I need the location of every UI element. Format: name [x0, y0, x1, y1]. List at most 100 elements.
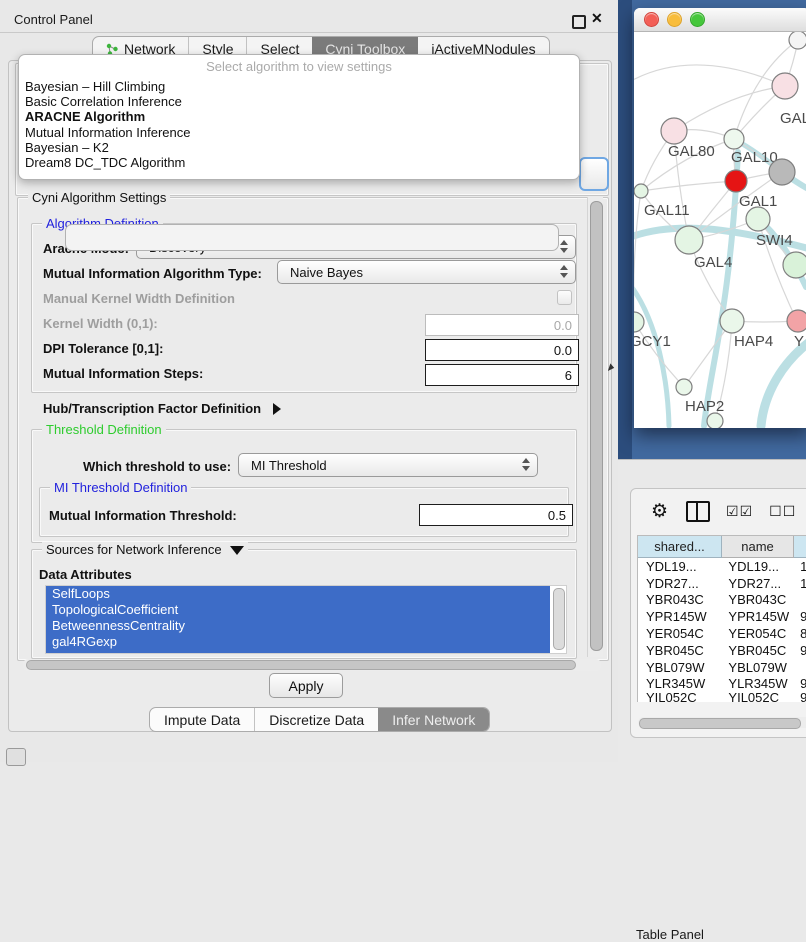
mac-close-button[interactable] [644, 12, 659, 27]
group-title: MI Threshold Definition [50, 480, 191, 495]
list-scrollbar[interactable] [553, 588, 565, 650]
stepper-arrows-icon [522, 458, 530, 471]
algorithm-option[interactable]: Basic Correlation Inference [19, 94, 579, 109]
node-label: GAL4 [694, 254, 732, 271]
stepper-arrows-icon [560, 265, 568, 278]
algorithm-option[interactable]: Bayesian – Hill Climbing [19, 79, 579, 94]
list-item[interactable] [46, 650, 550, 653]
network-node: HAP4 [720, 309, 773, 350]
table-row[interactable]: YDL19...YDL19...13 [638, 558, 806, 575]
table-row[interactable]: YBR043CYBR043C [638, 592, 806, 609]
algorithm-option-selected[interactable]: ARACNE Algorithm [19, 109, 579, 124]
cyni-bottom-tabbar: Impute Data Discretize Data Infer Networ… [149, 707, 490, 732]
network-node: GAL11 [634, 184, 690, 219]
desktop-edge [618, 0, 632, 459]
scrollbar-thumb[interactable] [590, 201, 603, 651]
node-label: GCY1 [634, 333, 671, 350]
list-item[interactable]: gal4RGexp [46, 634, 550, 650]
table-panel-title: Table Panel [636, 927, 704, 942]
settings-vertical-scrollbar[interactable] [587, 197, 603, 657]
network-node [789, 32, 806, 49]
scrollbar-thumb[interactable] [639, 718, 801, 729]
cytoscape-desktop: GAL GAL80 GAL10 GAL1 SWI4 GAL11 [618, 0, 806, 459]
table-row[interactable]: YBL079WYBL079W [638, 659, 806, 676]
data-attributes-list: SelfLoops TopologicalCoefficient Between… [45, 585, 567, 654]
node-label: SWI4 [756, 232, 793, 249]
algorithm-option[interactable]: Dream8 DC_TDC Algorithm [19, 155, 579, 170]
table-row[interactable]: YIL052CYIL052C9. [638, 692, 806, 702]
column-header[interactable]: name [722, 536, 794, 558]
which-threshold-label: Which threshold to use: [83, 459, 231, 474]
which-threshold-combobox[interactable]: MI Threshold [238, 453, 538, 477]
tab-infer-network[interactable]: Infer Network [378, 708, 489, 731]
gear-icon[interactable]: ⚙ [651, 500, 668, 523]
node-label: HAP2 [685, 398, 724, 415]
table-row[interactable]: YLR345WYLR345W9. [638, 676, 806, 693]
mi-threshold-label: Mutual Information Threshold: [49, 508, 237, 523]
algorithm-option[interactable]: Bayesian – K2 [19, 140, 579, 155]
list-item[interactable]: TopologicalCoefficient [46, 602, 550, 618]
manual-kernel-label: Manual Kernel Width Definition [43, 291, 235, 306]
table-row[interactable]: YBR045CYBR045C9. [638, 642, 806, 659]
tab-discretize-data[interactable]: Discretize Data [254, 708, 378, 731]
table-row[interactable]: YDR27...YDR27...12 [638, 575, 806, 592]
table-panel-titlebar: Table Panel [618, 459, 806, 489]
node-attribute-table: shared... name A YDL19...YDL19...13 YDR2… [637, 535, 806, 702]
mi-algorithm-type-combobox[interactable]: Naive Bayes [277, 260, 576, 284]
node-label: HAP4 [734, 333, 773, 350]
expand-right-icon [273, 403, 281, 415]
network-view-window[interactable]: GAL GAL80 GAL10 GAL1 SWI4 GAL11 [634, 8, 806, 428]
expand-down-icon [230, 546, 244, 555]
column-header[interactable]: A [794, 536, 806, 558]
kernel-width-label: Kernel Width (0,1): [43, 316, 158, 331]
deselect-all-checkboxes-icon[interactable]: ☐☐ [769, 503, 796, 520]
algorithm-option[interactable]: Mutual Information Inference [19, 125, 579, 140]
mi-threshold-field[interactable] [419, 504, 573, 526]
network-canvas[interactable]: GAL GAL80 GAL10 GAL1 SWI4 GAL11 [634, 32, 806, 428]
network-node: GAL80 [661, 118, 715, 160]
hub-definition-toggle[interactable]: Hub/Transcription Factor Definition [43, 401, 281, 416]
sources-toggle[interactable]: Sources for Network Inference [42, 542, 248, 557]
scrollbar-thumb[interactable] [26, 660, 576, 670]
network-node [783, 252, 806, 278]
dropdown-placeholder: Select algorithm to view settings [19, 55, 579, 79]
manual-kernel-checkbox[interactable] [557, 290, 572, 305]
column-header[interactable]: shared... [638, 536, 722, 558]
table-row[interactable]: YPR145WYPR145W9. [638, 608, 806, 625]
control-panel: Control Panel ✕ Network Style Select Cyn… [0, 0, 618, 762]
list-item[interactable]: SelfLoops [46, 586, 550, 602]
table-panel-card: ⚙ ☑☑ ☐☐ shared... name A YDL19...YDL19..… [630, 488, 806, 738]
mac-minimize-button[interactable] [667, 12, 682, 27]
node-label: GAL11 [644, 202, 690, 219]
network-window-titlebar[interactable] [634, 8, 806, 32]
panel-title: Control Panel [14, 12, 93, 27]
group-title: Cyni Algorithm Settings [28, 190, 170, 205]
group-title: Threshold Definition [42, 422, 166, 437]
settings-horizontal-scrollbar[interactable] [23, 659, 601, 671]
network-node [707, 413, 723, 428]
node-label: GAL [780, 110, 806, 127]
mi-steps-field[interactable] [425, 364, 579, 386]
mi-steps-label: Mutual Information Steps: [43, 366, 203, 381]
tab-impute-data[interactable]: Impute Data [150, 708, 254, 731]
list-item[interactable]: BetweennessCentrality [46, 618, 550, 634]
minimized-panel-icon[interactable] [6, 748, 26, 766]
mac-zoom-button[interactable] [690, 12, 705, 27]
data-attributes-label: Data Attributes [39, 567, 132, 582]
network-combobox[interactable] [65, 224, 559, 251]
algorithm-combobox-fragment[interactable] [579, 157, 609, 191]
split-columns-icon[interactable] [686, 501, 710, 522]
node-label: GAL10 [731, 149, 778, 166]
dpi-tolerance-label: DPI Tolerance [0,1]: [43, 341, 163, 356]
network-node: GAL [772, 73, 806, 127]
apply-button[interactable]: Apply [269, 673, 343, 698]
dpi-tolerance-field[interactable] [425, 339, 579, 361]
stepper-arrows-icon [560, 240, 568, 253]
kernel-width-field[interactable] [425, 314, 579, 336]
control-panel-titlebar: Control Panel ✕ [0, 6, 618, 33]
table-row[interactable]: YER054CYER054C8. [638, 625, 806, 642]
close-icon[interactable]: ✕ [591, 10, 603, 27]
float-panel-icon[interactable] [572, 15, 586, 29]
table-horizontal-scrollbar[interactable] [638, 717, 806, 728]
select-all-checkboxes-icon[interactable]: ☑☑ [726, 503, 753, 520]
